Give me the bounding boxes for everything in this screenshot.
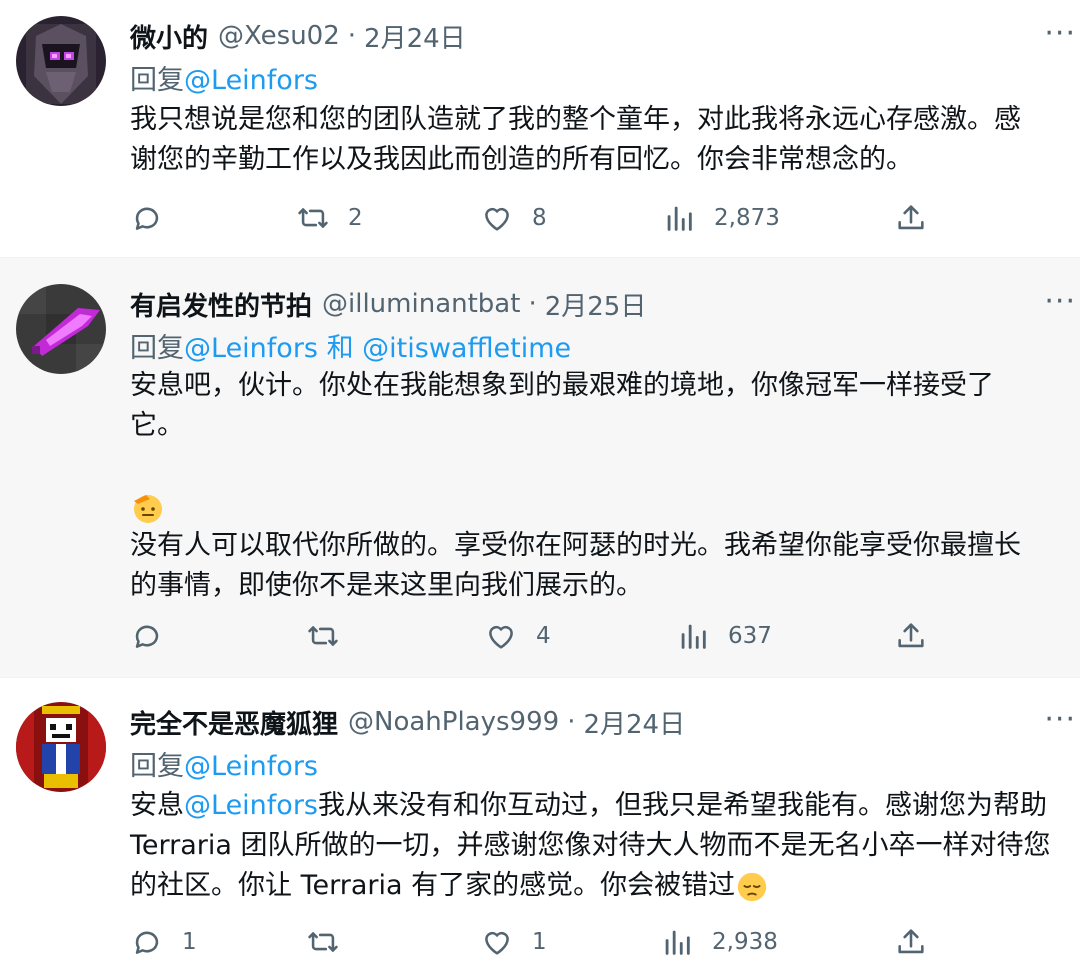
like-icon <box>489 625 513 649</box>
text-fragment: 的社区。你让 Terraria 有了家的感觉。你会被错过 <box>130 870 736 901</box>
reply-prefix: 回复 <box>130 65 184 96</box>
like-icon <box>485 931 509 955</box>
mention-link[interactable]: @Leinfors <box>184 790 318 821</box>
reply-icon <box>135 625 159 648</box>
reply-context: 回复@Leinfors 和 @itiswaffletime <box>130 326 571 365</box>
mention-link[interactable]: @Leinfors <box>184 751 318 782</box>
tweet-header: 有启发性的节拍 @illuminantbat · 2月25日 <box>130 284 1020 324</box>
share-button[interactable] <box>894 922 928 962</box>
views-count: 637 <box>728 623 772 649</box>
reply-button[interactable]: 1 <box>130 922 197 962</box>
action-bar: 1 1 2,938 <box>0 922 1080 962</box>
more-icon[interactable]: ··· <box>1044 702 1076 737</box>
share-button[interactable] <box>894 616 928 656</box>
views-count: 2,873 <box>714 205 780 231</box>
tweet-text: 安息@Leinfors我从来没有和你互动过，但我只是希望我能有。感谢您为帮助 T… <box>130 786 1080 906</box>
like-button[interactable]: 4 <box>484 616 551 656</box>
user-handle[interactable]: @illuminantbat <box>322 289 520 319</box>
like-button[interactable]: 8 <box>480 198 547 238</box>
reply-context: 回复@Leinfors <box>130 744 318 783</box>
tweet-text: 我只想说是您和您的团队造就了我的整个童年，对此我将永远心存感激。感 谢您的辛勤工… <box>130 100 1080 180</box>
tweet-date[interactable]: 2月25日 <box>545 286 647 323</box>
reply-context: 回复@Leinfors <box>130 58 318 97</box>
avatar[interactable] <box>16 16 106 106</box>
separator-dot: · <box>347 21 357 51</box>
text-line: Terraria 团队所做的一切，并感谢您像对待大人物而不是无名小卒一样对待您 <box>130 830 1051 861</box>
views-button[interactable]: 2,938 <box>660 922 778 962</box>
separator-dot: · <box>567 707 576 737</box>
tweet-header: 完全不是恶魔狐狸 @NoahPlays999 · 2月24日 <box>130 702 1020 742</box>
retweet-button[interactable] <box>306 616 340 656</box>
reply-count: 1 <box>182 929 197 955</box>
reply-prefix: 回复 <box>130 333 184 364</box>
like-button[interactable]: 1 <box>480 922 547 962</box>
text-line: 我只想说是您和您的团队造就了我的整个童年，对此我将永远心存感激。感 <box>130 104 1021 135</box>
views-button[interactable]: 637 <box>676 616 772 656</box>
reply-icon <box>135 931 159 954</box>
reply-button[interactable] <box>130 198 164 238</box>
views-count: 2,938 <box>712 929 778 955</box>
views-icon <box>665 930 690 955</box>
share-icon <box>898 929 924 954</box>
share-icon <box>898 623 924 648</box>
views-button[interactable]: 2,873 <box>662 198 780 238</box>
text-line: 的事情，即使你不是来这里向我们展示的。 <box>130 570 643 601</box>
more-icon[interactable]: ··· <box>1044 284 1076 319</box>
avatar[interactable] <box>16 284 106 374</box>
tweet-date[interactable]: 2月24日 <box>364 18 466 55</box>
user-handle[interactable]: @NoahPlays999 <box>348 707 559 737</box>
mention-link[interactable]: @itiswaffletime <box>362 333 571 364</box>
text-line: 谢您的辛勤工作以及我因此而创造的所有回忆。你会非常想念的。 <box>130 144 913 175</box>
pensive-face-emoji <box>737 872 767 901</box>
text-line: 的社区。你让 Terraria 有了家的感觉。你会被错过 <box>130 866 1080 906</box>
action-bar: 4 637 <box>0 616 1080 656</box>
display-name[interactable]: 有启发性的节拍 <box>130 286 312 323</box>
like-icon <box>485 207 509 231</box>
tweet-date[interactable]: 2月24日 <box>583 704 685 741</box>
retweet-icon <box>308 626 338 646</box>
share-button[interactable] <box>894 198 928 238</box>
saluting-face-emoji <box>130 486 1080 526</box>
avatar[interactable] <box>16 702 106 792</box>
tweet[interactable]: 有启发性的节拍 @illuminantbat · 2月25日 ··· 回复@Le… <box>0 258 1080 678</box>
like-count: 4 <box>536 623 551 649</box>
views-icon <box>681 624 706 649</box>
like-count: 8 <box>532 205 547 231</box>
like-count: 1 <box>532 929 547 955</box>
tweet[interactable]: 微小的 @Xesu02 · 2月24日 ··· 回复@Leinfors 我只想说… <box>0 0 1080 258</box>
reply-icon <box>135 207 159 230</box>
text-line: 没有人可以取代你所做的。享受你在阿瑟的时光。我希望你能享受你最擅长 <box>130 530 1021 561</box>
action-bar: 2 8 2,873 <box>0 198 1080 238</box>
retweet-count: 2 <box>348 205 363 231</box>
retweet-icon <box>308 932 338 952</box>
display-name[interactable]: 微小的 <box>130 18 208 55</box>
user-handle[interactable]: @Xesu02 <box>218 21 340 51</box>
text-fragment: 安息 <box>130 790 184 821</box>
separator-dot: · <box>528 289 537 319</box>
tweet[interactable]: 完全不是恶魔狐狸 @NoahPlays999 · 2月24日 ··· 回复@Le… <box>0 678 1080 973</box>
text-line: 安息吧，伙计。你处在我能想象到的最艰难的境地，你像冠军一样接受了 <box>130 370 994 401</box>
views-icon <box>667 206 692 231</box>
more-icon[interactable]: ··· <box>1044 16 1076 51</box>
reply-prefix: 回复 <box>130 751 184 782</box>
tweet-text: 安息吧，伙计。你处在我能想象到的最艰难的境地，你像冠军一样接受了 它。 没有人可… <box>130 366 1080 606</box>
text-line: 它。 <box>130 410 184 441</box>
display-name[interactable]: 完全不是恶魔狐狸 <box>130 704 338 741</box>
text-fragment: 我从来没有和你互动过，但我只是希望我能有。感谢您为帮助 <box>318 790 1047 821</box>
retweet-button[interactable]: 2 <box>296 198 363 238</box>
mention-link[interactable]: @Leinfors <box>184 333 318 364</box>
mention-link[interactable]: @Leinfors <box>184 65 318 96</box>
retweet-button[interactable] <box>306 922 340 962</box>
tweet-header: 微小的 @Xesu02 · 2月24日 <box>130 16 1020 56</box>
text-line: 安息@Leinfors我从来没有和你互动过，但我只是希望我能有。感谢您为帮助 <box>130 786 1080 826</box>
reply-and: 和 <box>318 333 363 364</box>
share-icon <box>898 205 924 230</box>
retweet-icon <box>298 208 328 228</box>
reply-button[interactable] <box>130 616 164 656</box>
